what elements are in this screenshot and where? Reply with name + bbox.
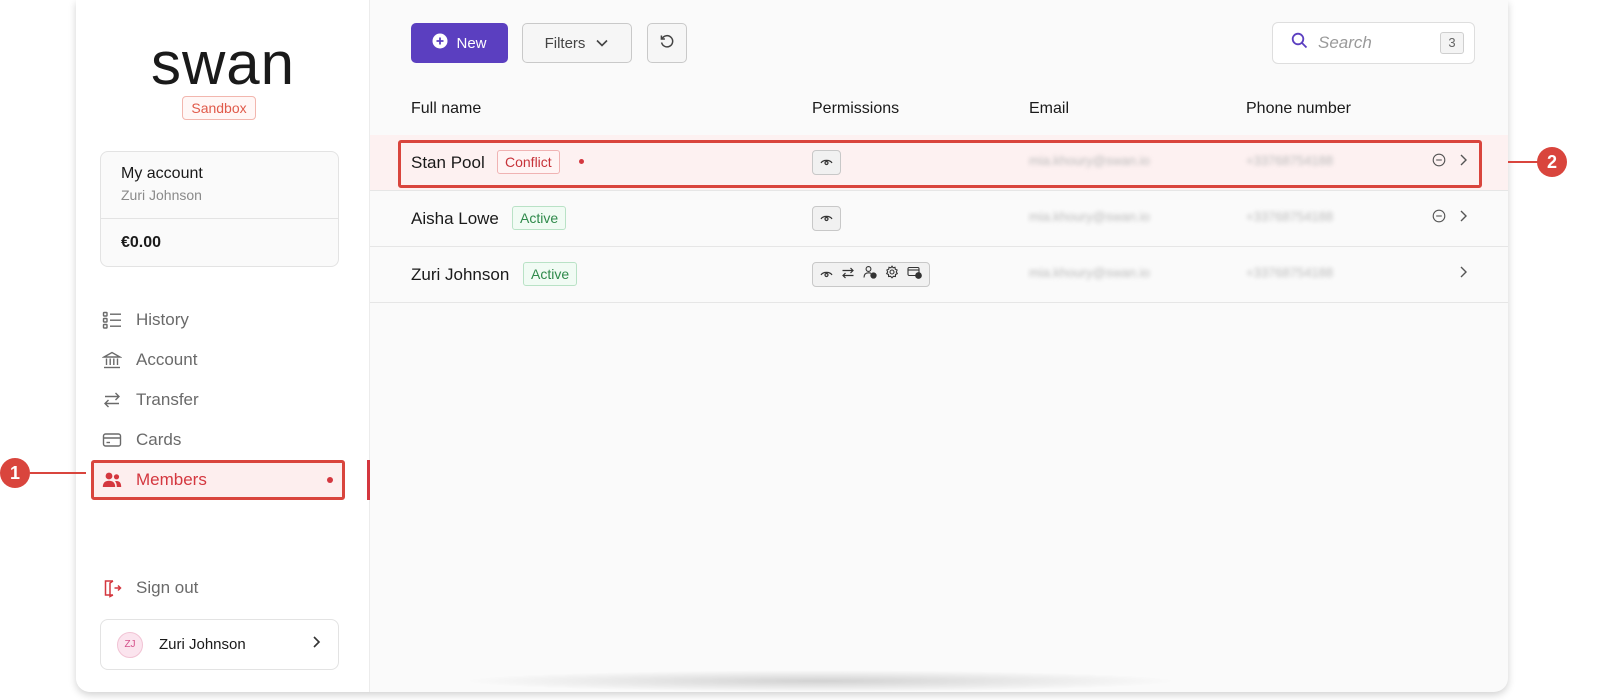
search-input[interactable]: Search xyxy=(1318,33,1440,53)
member-name: Stan Pool xyxy=(411,153,485,172)
sidebar-item-transfer[interactable]: Transfer xyxy=(100,380,370,420)
account-card-title: My account xyxy=(121,165,203,182)
transfer-icon xyxy=(102,390,122,410)
sign-out-button[interactable]: Sign out xyxy=(100,568,198,608)
member-phone: +33768754188 xyxy=(1246,153,1334,168)
callout-line xyxy=(30,472,86,474)
members-highlight-box xyxy=(91,460,345,500)
account-balance: €0.00 xyxy=(121,234,162,251)
sidebar-item-history[interactable]: History xyxy=(100,300,370,340)
col-full-name: Full name xyxy=(411,100,482,117)
chevron-right-icon[interactable] xyxy=(1458,265,1468,284)
sign-out-icon xyxy=(102,578,122,598)
sidebar-item-label: Transfer xyxy=(136,390,199,409)
account-card[interactable]: My account Zuri Johnson €0.00 xyxy=(100,151,339,267)
sidebar-nav: History Account Transfer Cards Members xyxy=(91,300,370,500)
main-content: New Filters Search 3 Full name Permissio… xyxy=(370,0,1508,692)
notification-dot xyxy=(579,159,584,164)
suspend-icon[interactable] xyxy=(1432,209,1446,228)
member-name: Zuri Johnson xyxy=(411,265,510,284)
member-phone: +33768754188 xyxy=(1246,209,1334,224)
users-icon xyxy=(102,470,122,490)
results-count: 3 xyxy=(1440,32,1464,54)
callout-line xyxy=(1508,161,1538,163)
filters-label: Filters xyxy=(544,34,586,52)
member-email: mia.khoury@swan.io xyxy=(1029,209,1150,224)
card-icon xyxy=(102,430,122,450)
col-permissions: Permissions xyxy=(812,100,900,117)
sidebar: swan Sandbox My account Zuri Johnson €0.… xyxy=(76,0,370,692)
refresh-icon xyxy=(659,33,675,54)
user-name: Zuri Johnson xyxy=(159,636,246,653)
sidebar-item-account[interactable]: Account xyxy=(100,340,370,380)
permissions-badge xyxy=(812,206,841,231)
table-header: Full name Permissions Email Phone number xyxy=(370,100,1508,122)
user-settings-icon xyxy=(863,265,877,284)
sidebar-item-cards[interactable]: Cards xyxy=(100,420,370,460)
status-badge: Conflict xyxy=(497,150,560,174)
bank-icon xyxy=(102,350,122,370)
app-window: swan Sandbox My account Zuri Johnson €0.… xyxy=(76,0,1508,692)
sidebar-item-label: Members xyxy=(136,470,207,489)
permissions-badge xyxy=(812,150,841,175)
scroll-shadow xyxy=(460,670,1180,692)
member-email: mia.khoury@swan.io xyxy=(1029,265,1150,280)
transfer-icon xyxy=(841,266,855,284)
swan-logo: swan xyxy=(150,30,296,97)
avatar: ZJ xyxy=(117,631,143,658)
chevron-right-icon[interactable] xyxy=(1458,153,1468,172)
new-button[interactable]: New xyxy=(411,23,508,63)
table-row[interactable]: Aisha Lowe Active mia.khoury@swan.io +33… xyxy=(370,191,1508,247)
status-badge: Active xyxy=(512,206,567,230)
member-email: mia.khoury@swan.io xyxy=(1029,153,1150,168)
member-name: Aisha Lowe xyxy=(411,209,499,228)
gear-icon xyxy=(885,265,899,284)
callout-1: 1 xyxy=(0,458,30,488)
sidebar-item-label: Account xyxy=(136,350,198,369)
col-email: Email xyxy=(1029,100,1070,117)
chevron-right-icon[interactable] xyxy=(1458,209,1468,228)
permissions-badge xyxy=(812,262,930,287)
account-owner: Zuri Johnson xyxy=(121,187,202,203)
search-icon xyxy=(1291,32,1308,54)
sidebar-item-label: Cards xyxy=(136,430,182,449)
status-badge: Active xyxy=(523,262,578,286)
list-icon xyxy=(102,310,122,330)
sidebar-item-members[interactable]: Members xyxy=(91,460,370,500)
plus-circle-icon xyxy=(432,33,448,53)
callout-2: 2 xyxy=(1537,147,1567,177)
search-box[interactable]: Search 3 xyxy=(1272,22,1475,64)
sandbox-badge: Sandbox xyxy=(182,96,256,120)
sidebar-item-label: History xyxy=(136,310,189,329)
chevron-down-icon xyxy=(595,35,609,52)
suspend-icon[interactable] xyxy=(1432,153,1446,172)
col-phone: Phone number xyxy=(1246,100,1351,117)
chevron-right-icon xyxy=(310,635,322,654)
refresh-button[interactable] xyxy=(647,23,687,63)
sign-out-label: Sign out xyxy=(136,578,199,597)
filters-button[interactable]: Filters xyxy=(522,23,632,63)
table-row[interactable]: Zuri Johnson Active mia.khoury@swan.io +… xyxy=(370,247,1508,303)
member-phone: +33768754188 xyxy=(1246,265,1334,280)
new-button-label: New xyxy=(456,34,487,52)
table-row[interactable]: Stan Pool Conflict mia.khoury@swan.io +3… xyxy=(370,135,1508,191)
eye-icon xyxy=(820,210,833,228)
eye-icon xyxy=(820,266,833,284)
card-add-icon xyxy=(907,266,922,284)
notification-dot xyxy=(327,477,333,483)
eye-icon xyxy=(820,154,833,172)
user-menu[interactable]: ZJ Zuri Johnson xyxy=(100,619,339,670)
